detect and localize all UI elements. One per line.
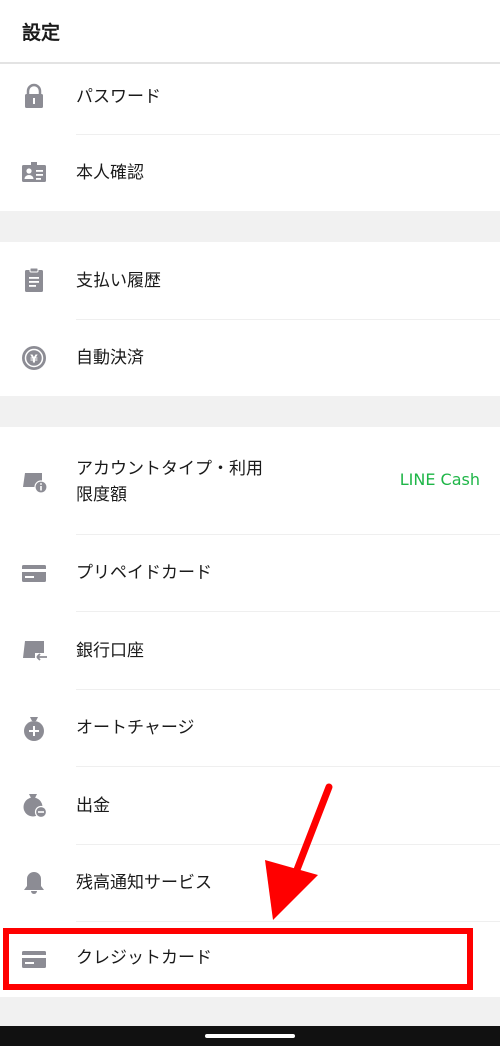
settings-item-label-line1: アカウントタイプ・利用 bbox=[76, 459, 263, 479]
settings-item-label: 支払い履歴 bbox=[76, 271, 161, 291]
settings-item-label: 残高通知サービス bbox=[76, 873, 212, 893]
settings-item-label: 自動決済 bbox=[76, 348, 144, 368]
bank-account-icon bbox=[20, 636, 48, 664]
settings-item-label: パスワード bbox=[76, 87, 161, 107]
settings-item-password[interactable]: パスワード bbox=[0, 64, 500, 134]
settings-item-label: 出金 bbox=[76, 796, 110, 816]
account-limit-icon bbox=[20, 467, 48, 495]
section-separator bbox=[0, 211, 500, 242]
header: 設定 bbox=[0, 0, 500, 64]
settings-item-label-line2: 限度額 bbox=[76, 485, 127, 505]
id-card-icon bbox=[20, 159, 48, 187]
clipboard-icon bbox=[20, 266, 48, 294]
settings-item-payment-history[interactable]: 支払い履歴 bbox=[0, 242, 500, 319]
settings-item-prepaid-card[interactable]: プリペイドカード bbox=[0, 535, 500, 611]
auto-charge-bag-icon bbox=[20, 714, 48, 742]
page-title: 設定 bbox=[22, 22, 61, 44]
lock-icon bbox=[20, 82, 48, 110]
section-separator bbox=[0, 997, 500, 1026]
settings-item-label: 銀行口座 bbox=[76, 641, 144, 661]
settings-item-bank-account[interactable]: 銀行口座 bbox=[0, 612, 500, 689]
home-indicator[interactable] bbox=[205, 1034, 295, 1038]
settings-item-auto-charge[interactable]: オートチャージ bbox=[0, 690, 500, 766]
section-separator bbox=[0, 396, 500, 427]
prepaid-card-icon bbox=[20, 559, 48, 587]
account-type-value: LINE Cash bbox=[399, 470, 480, 489]
settings-item-account-type[interactable]: アカウントタイプ・利用 限度額 LINE Cash bbox=[0, 427, 500, 534]
settings-item-identity[interactable]: 本人確認 bbox=[0, 135, 500, 211]
svg-text:¥: ¥ bbox=[30, 353, 38, 366]
yen-coin-icon: ¥ bbox=[20, 344, 48, 372]
settings-item-balance-notification[interactable]: 残高通知サービス bbox=[0, 845, 500, 921]
highlight-box bbox=[3, 928, 473, 990]
settings-item-withdraw[interactable]: 出金 bbox=[0, 767, 500, 844]
settings-item-label: オートチャージ bbox=[76, 718, 195, 738]
withdraw-bag-icon bbox=[20, 791, 48, 819]
bell-icon bbox=[20, 869, 48, 897]
settings-item-label: プリペイドカード bbox=[76, 563, 212, 583]
settings-item-label: 本人確認 bbox=[76, 163, 144, 183]
settings-item-auto-payment[interactable]: ¥ 自動決済 bbox=[0, 320, 500, 396]
